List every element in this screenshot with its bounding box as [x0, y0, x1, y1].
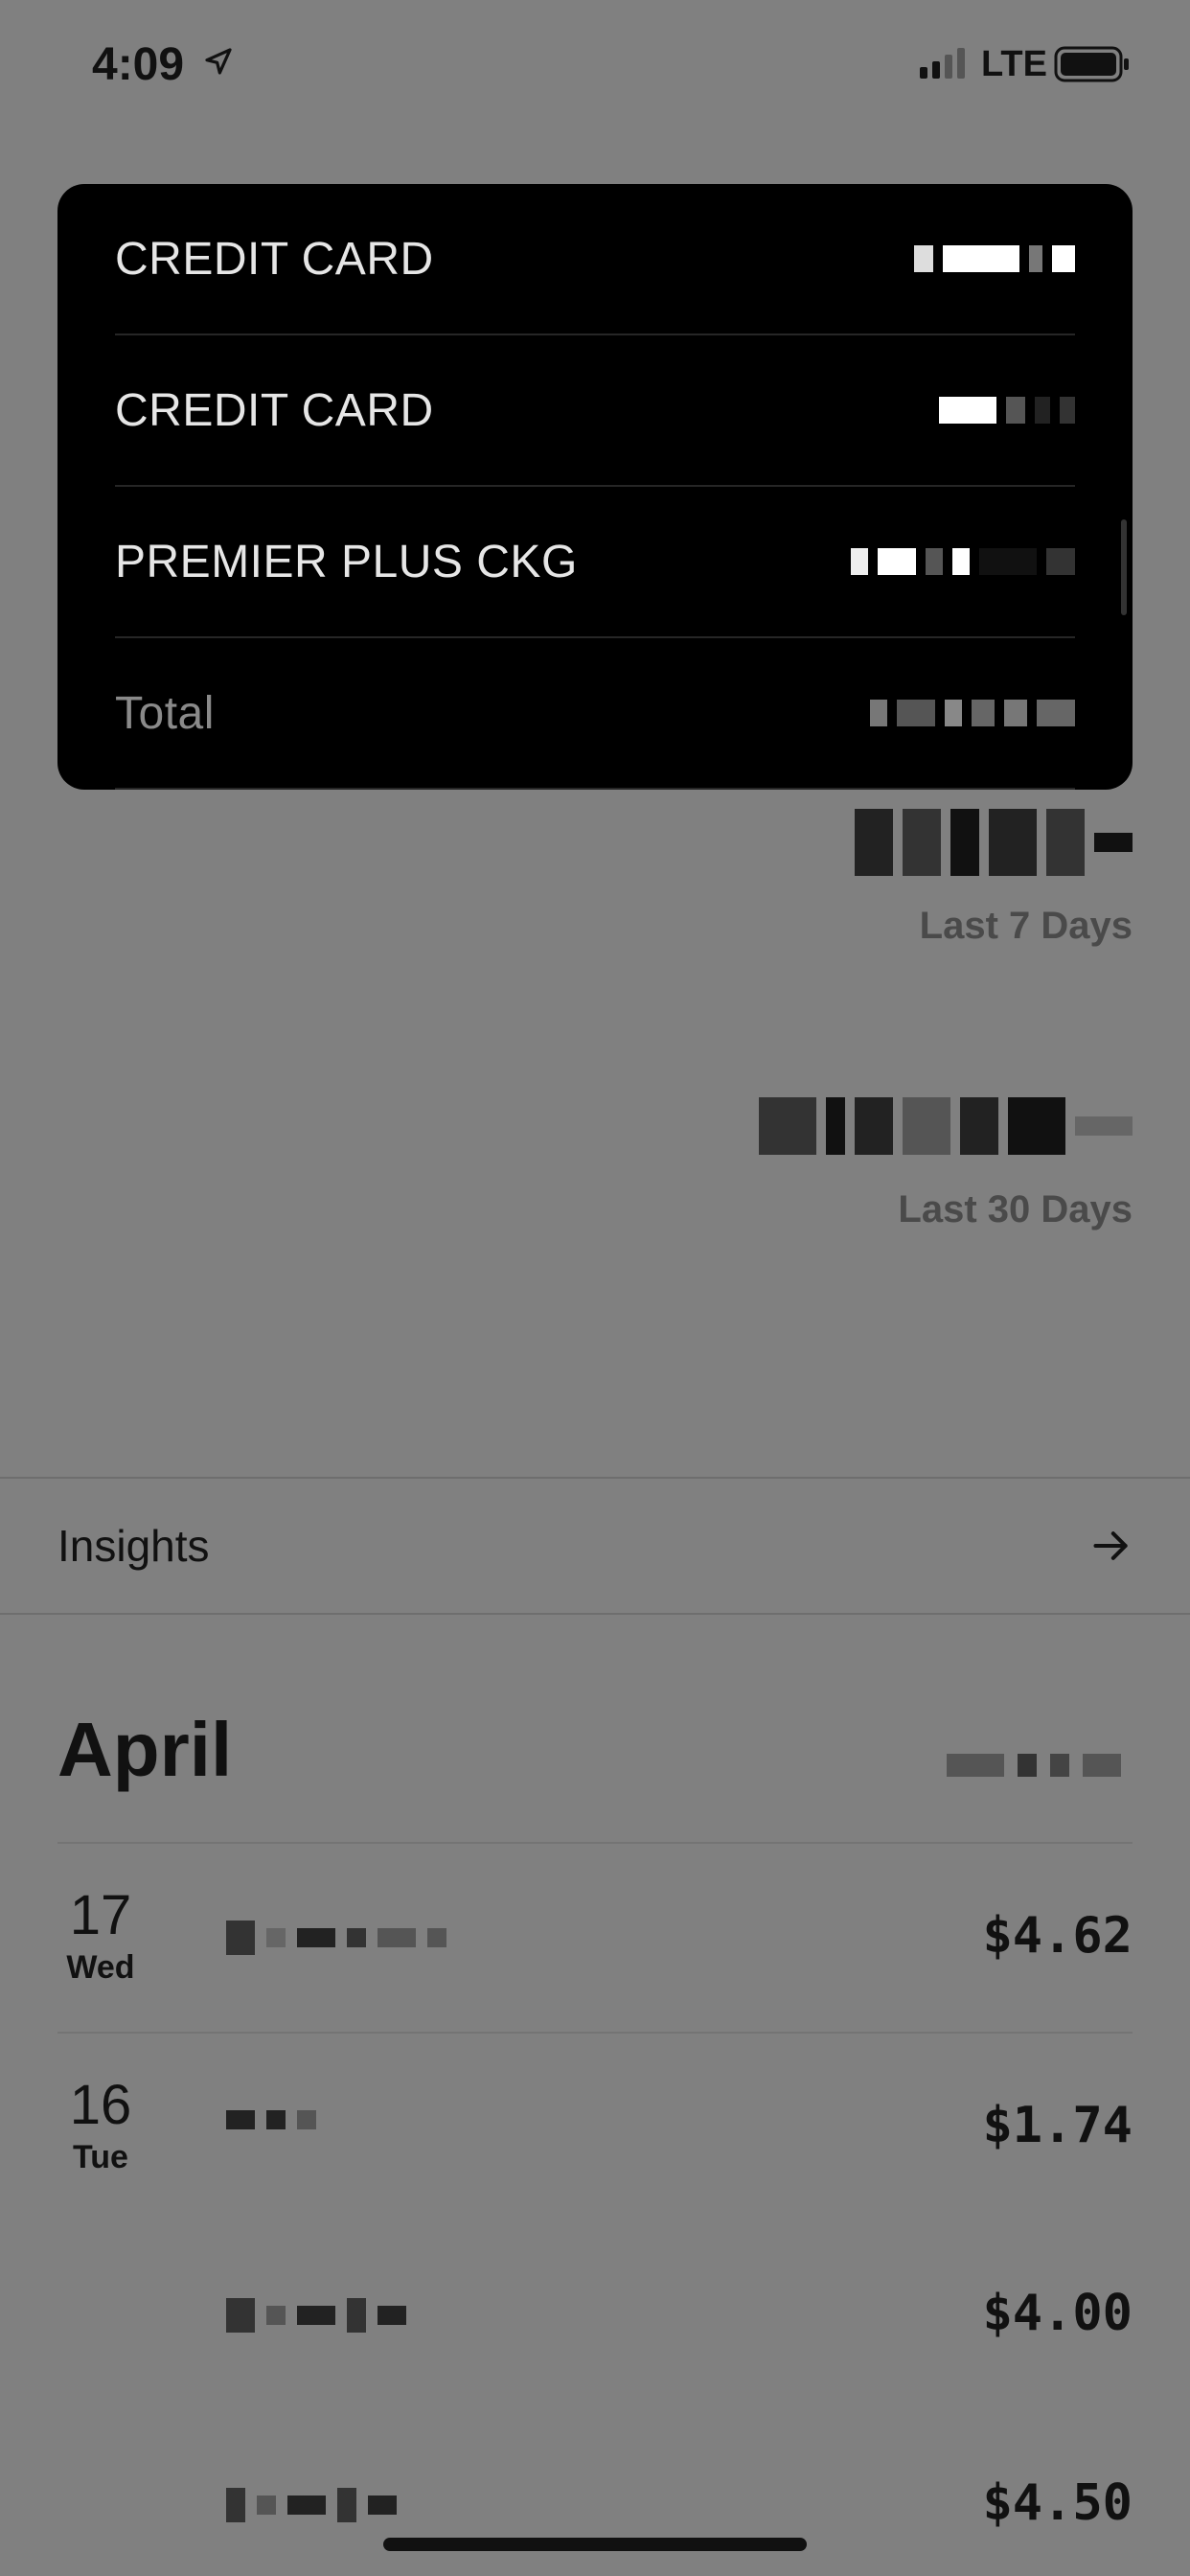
transaction-row[interactable]: $4.50	[57, 2411, 1133, 2576]
redacted-month-total	[947, 1754, 1121, 1777]
transaction-amount: $4.00	[982, 2285, 1133, 2342]
transaction-weekday: Tue	[73, 2139, 128, 2175]
redacted-merchant	[226, 1920, 446, 1955]
redacted-total	[870, 700, 1075, 726]
transaction-row[interactable]: $4.00	[57, 2221, 1133, 2411]
summary-last-30-days: Last 30 Days	[759, 1083, 1133, 1231]
account-name: CREDIT CARD	[115, 233, 434, 285]
account-row-credit-card-2[interactable]: CREDIT CARD	[115, 335, 1075, 487]
account-row-total: Total	[115, 638, 1075, 790]
status-time: 4:09	[92, 39, 185, 90]
redacted-merchant	[226, 2298, 406, 2333]
transaction-date: 16 Tue	[57, 2078, 144, 2176]
insights-label: Insights	[57, 1521, 210, 1571]
transaction-amount: $4.50	[982, 2474, 1133, 2532]
account-name: CREDIT CARD	[115, 384, 434, 436]
redacted-amount	[855, 799, 1133, 886]
month-title: April	[57, 1707, 233, 1792]
accounts-popover: CREDIT CARD CREDIT CARD PREMIER PLUS CKG…	[57, 184, 1133, 790]
transaction-row[interactable]: 16 Tue $1.74	[57, 2032, 1133, 2221]
transaction-list: 17 Wed $4.62 16 Tue $1.74 $4.00 $4.50	[57, 1842, 1133, 2576]
summary-label: Last 30 Days	[898, 1188, 1133, 1230]
insights-row[interactable]: Insights	[0, 1479, 1190, 1613]
account-row-premier-plus-ckg[interactable]: PREMIER PLUS CKG	[115, 487, 1075, 638]
status-bar: 4:09 LTE	[0, 0, 1190, 129]
account-total-label: Total	[115, 687, 215, 739]
summary-last-7-days: Last 7 Days	[855, 799, 1133, 948]
signal-icon	[920, 48, 965, 79]
transaction-day: 16	[69, 2074, 132, 2136]
transaction-date: 17 Wed	[57, 1888, 144, 1987]
arrow-right-icon[interactable]	[1090, 1525, 1133, 1567]
redacted-merchant	[226, 2488, 397, 2522]
scroll-indicator[interactable]	[1121, 519, 1127, 615]
redacted-balance	[851, 548, 1075, 575]
network-label: LTE	[981, 44, 1047, 84]
redacted-balance	[939, 397, 1075, 424]
location-arrow-icon	[205, 48, 232, 75]
summary-label: Last 7 Days	[919, 905, 1133, 947]
redacted-amount	[759, 1083, 1133, 1169]
home-indicator[interactable]	[383, 2538, 807, 2551]
redacted-balance	[914, 245, 1075, 272]
battery-icon	[1054, 46, 1129, 82]
transaction-weekday: Wed	[66, 1949, 135, 1986]
account-name: PREMIER PLUS CKG	[115, 536, 578, 587]
account-row-credit-card-1[interactable]: CREDIT CARD	[115, 184, 1075, 335]
transaction-amount: $4.62	[982, 1907, 1133, 1965]
divider	[0, 1613, 1190, 1615]
transaction-amount: $1.74	[982, 2097, 1133, 2154]
transaction-day: 17	[69, 1884, 132, 1946]
transaction-row[interactable]: 17 Wed $4.62	[57, 1842, 1133, 2032]
redacted-merchant	[226, 2110, 316, 2129]
